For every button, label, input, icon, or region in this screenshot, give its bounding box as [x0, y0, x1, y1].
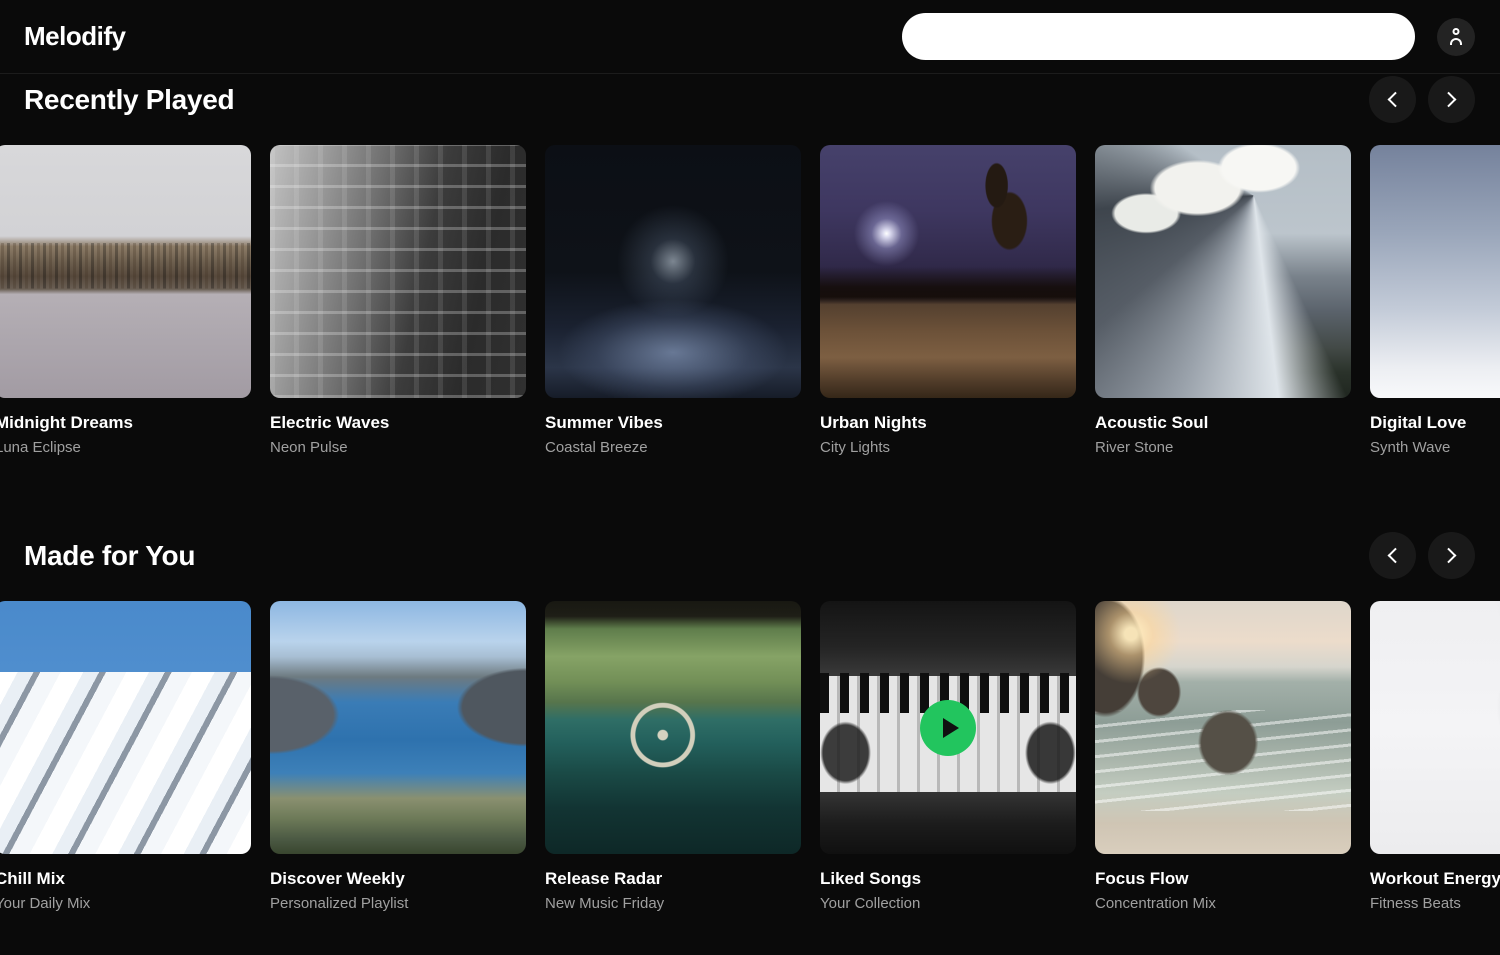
card-title: Liked Songs — [820, 869, 1076, 889]
scroll-next-button[interactable] — [1428, 76, 1475, 123]
card-track: Midnight Dreams Luna Eclipse Electric Wa… — [0, 145, 1500, 456]
card-track: Chill Mix Your Daily Mix Discover Weekly… — [0, 601, 1500, 912]
play-icon — [943, 718, 959, 738]
card-title: Discover Weekly — [270, 869, 526, 889]
card-subtitle: Your Daily Mix — [0, 895, 251, 912]
playlist-card-liked-songs[interactable]: Liked Songs Your Collection — [820, 601, 1076, 912]
section-header: Made for You — [0, 532, 1500, 579]
section-title: Made for You — [24, 540, 195, 572]
scroll-next-button[interactable] — [1428, 532, 1475, 579]
playlist-card[interactable]: Electric Waves Neon Pulse — [270, 145, 526, 456]
album-art — [0, 601, 251, 854]
card-subtitle: Coastal Breeze — [545, 439, 801, 456]
playlist-card[interactable]: Focus Flow Concentration Mix — [1095, 601, 1351, 912]
album-art — [270, 145, 526, 398]
carousel-nav — [1369, 532, 1475, 579]
card-subtitle: Neon Pulse — [270, 439, 526, 456]
album-art — [820, 601, 1076, 854]
playlist-card[interactable]: Digital Love Synth Wave — [1370, 145, 1500, 456]
section-header: Recently Played — [0, 76, 1500, 123]
card-subtitle: Fitness Beats — [1370, 895, 1500, 912]
card-subtitle: City Lights — [820, 439, 1076, 456]
card-title: Urban Nights — [820, 413, 1076, 433]
scroll-prev-button[interactable] — [1369, 532, 1416, 579]
card-title: Midnight Dreams — [0, 413, 251, 433]
playlist-card[interactable]: Workout Energy Fitness Beats — [1370, 601, 1500, 912]
user-profile-button[interactable] — [1437, 18, 1475, 56]
play-button[interactable] — [920, 700, 976, 756]
album-art — [1095, 145, 1351, 398]
album-art — [545, 601, 801, 854]
top-bar: Melodify — [0, 0, 1500, 74]
album-art — [820, 145, 1076, 398]
card-carousel: Chill Mix Your Daily Mix Discover Weekly… — [0, 601, 1500, 912]
carousel-nav — [1369, 76, 1475, 123]
playlist-card[interactable]: Chill Mix Your Daily Mix — [0, 601, 251, 912]
playlist-card[interactable]: Acoustic Soul River Stone — [1095, 145, 1351, 456]
card-title: Workout Energy — [1370, 869, 1500, 889]
chevron-right-icon — [1441, 92, 1457, 108]
card-subtitle: River Stone — [1095, 439, 1351, 456]
card-subtitle: New Music Friday — [545, 895, 801, 912]
chevron-left-icon — [1388, 92, 1404, 108]
section-made-for-you: Made for You Chill Mix Your Daily Mix Di… — [0, 532, 1500, 912]
app-logo: Melodify — [24, 21, 125, 52]
playlist-card[interactable]: Discover Weekly Personalized Playlist — [270, 601, 526, 912]
album-art — [0, 145, 251, 398]
album-art — [1095, 601, 1351, 854]
card-carousel: Midnight Dreams Luna Eclipse Electric Wa… — [0, 145, 1500, 456]
playlist-card[interactable]: Release Radar New Music Friday — [545, 601, 801, 912]
card-title: Focus Flow — [1095, 869, 1351, 889]
card-title: Electric Waves — [270, 413, 526, 433]
scroll-prev-button[interactable] — [1369, 76, 1416, 123]
section-recently-played: Recently Played Midnight Dreams Luna Ecl… — [0, 76, 1500, 456]
playlist-card[interactable]: Midnight Dreams Luna Eclipse — [0, 145, 251, 456]
playlist-card[interactable]: Summer Vibes Coastal Breeze — [545, 145, 801, 456]
album-art — [270, 601, 526, 854]
main-content: Recently Played Midnight Dreams Luna Ecl… — [0, 76, 1500, 912]
album-art — [545, 145, 801, 398]
chevron-right-icon — [1441, 548, 1457, 564]
user-icon — [1447, 28, 1465, 45]
card-subtitle: Synth Wave — [1370, 439, 1500, 456]
card-title: Release Radar — [545, 869, 801, 889]
section-title: Recently Played — [24, 84, 234, 116]
album-art — [1370, 601, 1500, 854]
album-art — [1370, 145, 1500, 398]
playlist-card[interactable]: Urban Nights City Lights — [820, 145, 1076, 456]
card-subtitle: Luna Eclipse — [0, 439, 251, 456]
card-title: Summer Vibes — [545, 413, 801, 433]
chevron-left-icon — [1388, 548, 1404, 564]
card-title: Chill Mix — [0, 869, 251, 889]
card-title: Acoustic Soul — [1095, 413, 1351, 433]
card-subtitle: Your Collection — [820, 895, 1076, 912]
card-title: Digital Love — [1370, 413, 1500, 433]
card-subtitle: Personalized Playlist — [270, 895, 526, 912]
card-subtitle: Concentration Mix — [1095, 895, 1351, 912]
search-input[interactable] — [902, 13, 1415, 60]
